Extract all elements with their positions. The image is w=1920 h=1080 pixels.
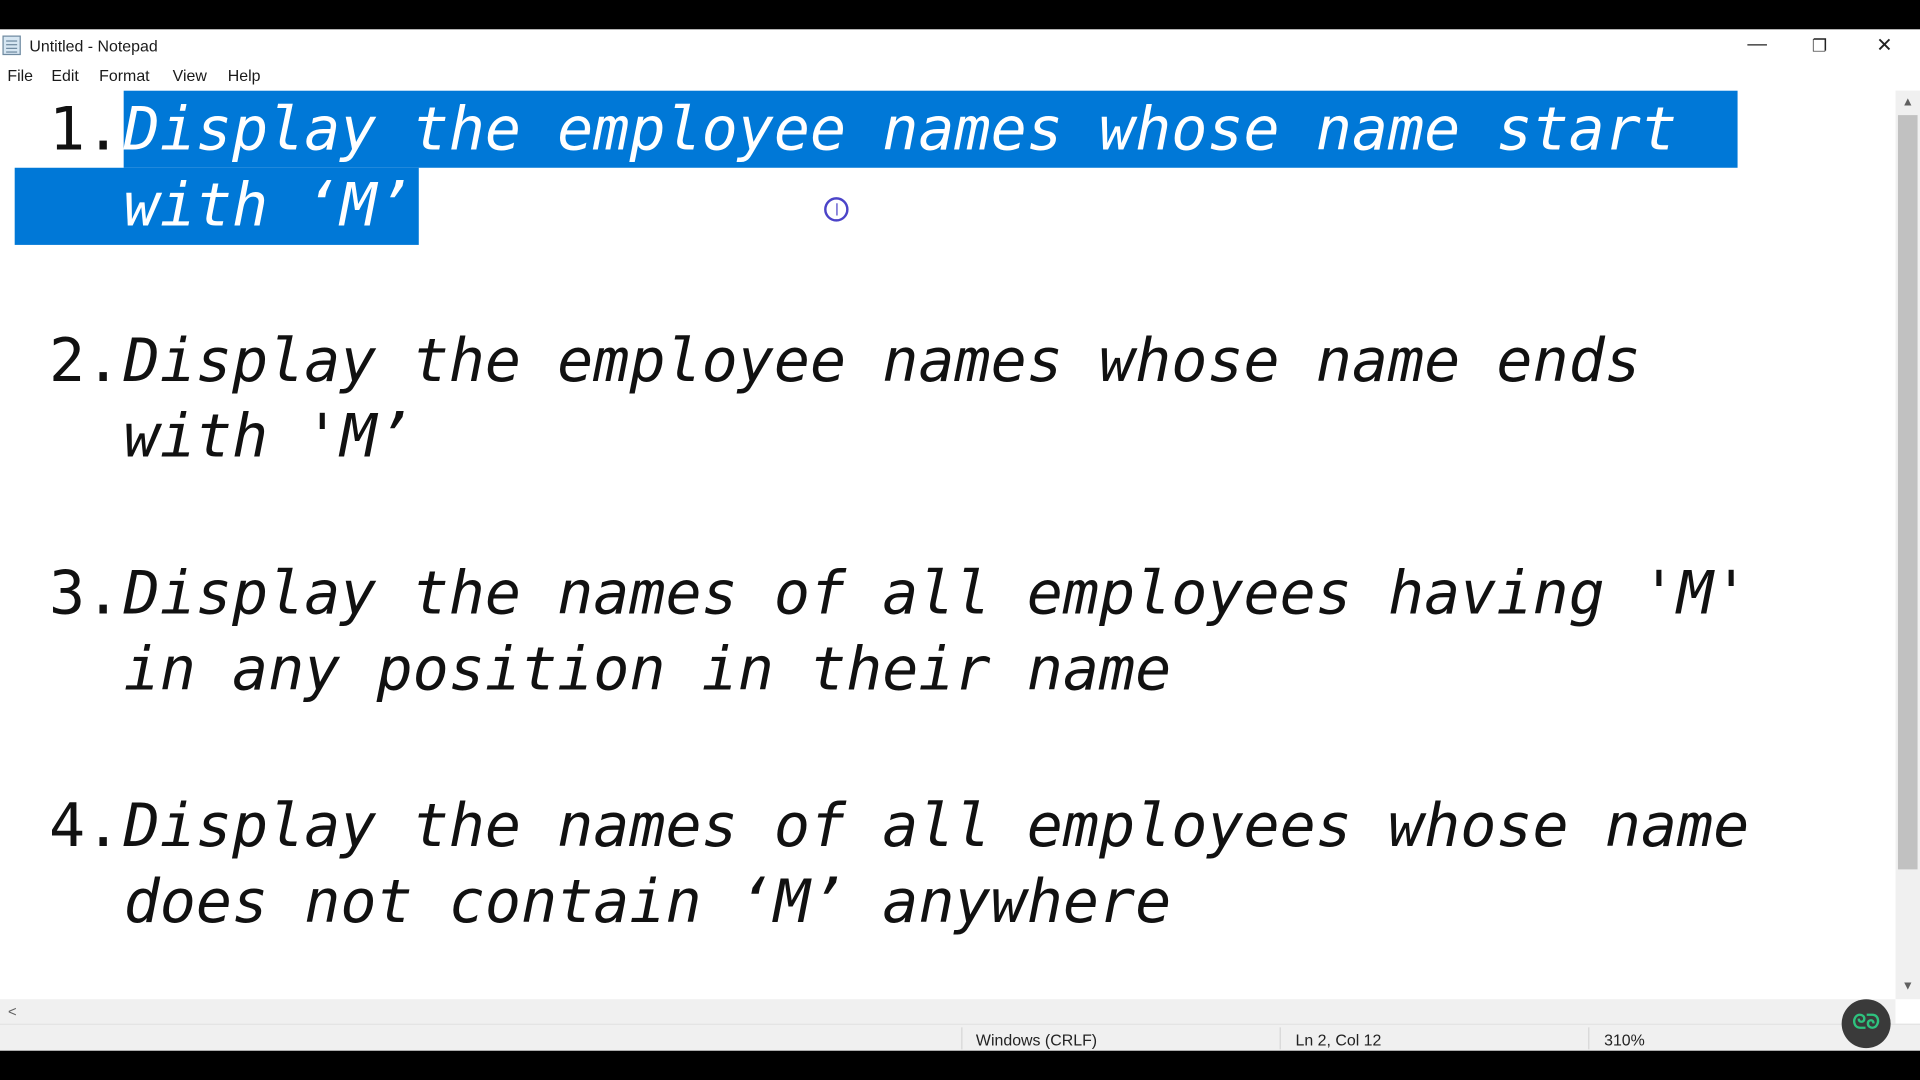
status-cursor-position: Ln 2, Col 12 (1295, 1031, 1382, 1050)
geeksforgeeks-logo-icon: ᘓᘐ (1841, 999, 1891, 1049)
close-button[interactable]: ✕ (1854, 29, 1915, 61)
text-line: Display the employee names whose name st… (123, 94, 1677, 165)
mouse-cursor-icon (824, 197, 849, 222)
text-line: in any position in their name (123, 634, 1172, 705)
text-line: with ‘M’ (123, 170, 413, 241)
restore-button[interactable]: ❐ (1789, 29, 1850, 61)
menu-file[interactable]: File (7, 66, 33, 84)
scroll-up-icon[interactable]: ▲ (1896, 96, 1920, 109)
scroll-left-icon[interactable]: < (0, 1003, 24, 1020)
text-line: with 'M’ (123, 401, 413, 472)
horizontal-scrollbar[interactable]: < (0, 999, 1896, 1024)
menu-format[interactable]: Format (99, 66, 149, 84)
menu-help[interactable]: Help (228, 66, 261, 84)
list-number: 1. (48, 94, 122, 165)
text-line: Display the names of all employees whose… (123, 791, 1750, 861)
status-zoom: 310% (1604, 1031, 1645, 1050)
menu-bar: File Edit Format View Help (0, 61, 1920, 89)
status-divider (1588, 1027, 1590, 1050)
menu-edit[interactable]: Edit (51, 66, 78, 84)
list-number: 4. (48, 791, 122, 861)
screen: Untitled - Notepad — ❐ ✕ File Edit Forma… (0, 0, 1920, 1080)
notepad-window: Untitled - Notepad — ❐ ✕ File Edit Forma… (0, 29, 1920, 1051)
scroll-down-icon[interactable]: ▼ (1896, 980, 1920, 993)
status-line-ending: Windows (CRLF) (975, 1031, 1098, 1050)
status-bar: Windows (CRLF) Ln 2, Col 12 310% (0, 1023, 1920, 1051)
status-divider (961, 1027, 963, 1050)
minimize-button[interactable]: — (1727, 29, 1788, 61)
text-line: Display the employee names whose name en… (123, 325, 1641, 396)
window-title: Untitled - Notepad (29, 36, 158, 56)
list-number: 3. (48, 558, 122, 629)
menu-view[interactable]: View (173, 66, 207, 84)
vertical-scroll-thumb[interactable] (1897, 115, 1918, 870)
notepad-app-icon (2, 35, 21, 56)
list-number: 2. (48, 325, 122, 396)
text-editor[interactable]: 1. Display the employee names whose name… (0, 90, 1896, 1000)
title-bar[interactable]: Untitled - Notepad — ❐ ✕ (0, 29, 1920, 62)
vertical-scrollbar[interactable]: ▲ ▼ (1895, 90, 1920, 1000)
status-divider (1279, 1027, 1281, 1050)
text-line: does not contain ‘M’ anywhere (123, 866, 1172, 937)
text-line: Display the names of all employees havin… (123, 558, 1750, 629)
